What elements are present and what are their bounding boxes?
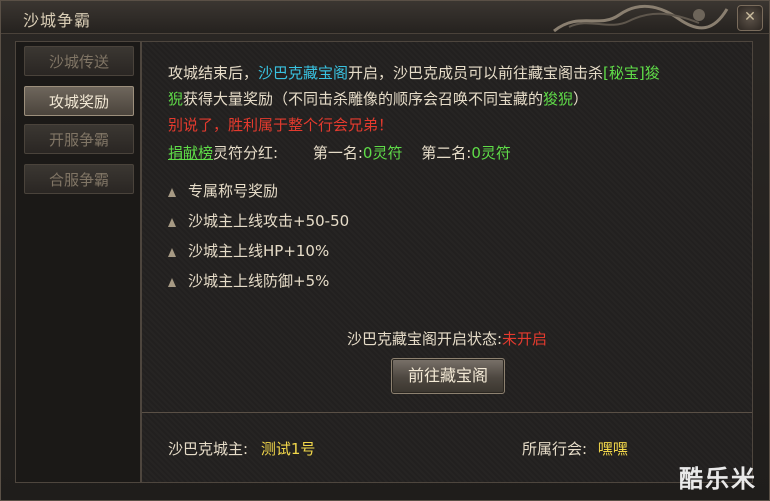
game-window: 沙城争霸 ✕ 沙城传送 攻城奖励 开服争霸 合服争霸 攻城结束后，沙巴克藏宝阁开… [0,0,770,501]
second-place-value: 0灵符 [471,144,511,162]
reward-text: 沙城主上线HP+10% [188,242,330,260]
sidebar-item-merged-server-contest[interactable]: 合服争霸 [24,164,134,194]
intro-text: 获得大量奖励（不同击杀雕像的顺序会召唤不同宝藏的 [183,90,544,108]
vault-status-label: 沙巴克藏宝阁开启状态: [346,330,503,348]
contrib-label: 灵符分红: [213,144,279,162]
close-button[interactable]: ✕ [737,5,763,31]
contrib-board-link[interactable]: 捐献榜 [168,144,213,162]
bullet-icon [168,278,176,287]
beast-link[interactable]: 狻猊 [543,90,573,108]
content-panel: 攻城结束后，沙巴克藏宝阁开启，沙巴克成员可以前往藏宝阁击杀[秘宝]狻 猊获得大量… [141,41,753,483]
vault-status-value: 未开启 [502,330,548,348]
castle-owner-value: 测试1号 [260,440,316,458]
close-icon: ✕ [744,9,756,25]
bullet-icon [168,218,176,227]
watermark-logo: 酷乐米 [679,465,757,493]
vault-status-row: 沙巴克藏宝阁开启状态:未开启 [142,328,752,349]
guild-row: 所属行会: 嘿嘿 [522,438,628,459]
first-place-label: 第一名: [312,144,363,162]
guild-label: 所属行会: [522,440,588,458]
sidebar-item-open-server-contest[interactable]: 开服争霸 [24,124,134,154]
secret-beast-link[interactable]: [秘宝]狻 [603,64,660,82]
divider [142,412,752,413]
title-bar: 沙城争霸 ✕ [1,1,769,34]
window-title: 沙城争霸 [23,11,92,30]
dragon-ornament-icon [553,4,729,33]
vault-link[interactable]: 沙巴克藏宝阁 [258,64,348,82]
bullet-icon [168,248,176,257]
sidebar: 沙城传送 攻城奖励 开服争霸 合服争霸 [15,41,141,483]
first-place-value: 0灵符 [362,144,403,162]
intro-text: ） [573,90,589,108]
second-place-label: 第二名: [421,144,472,162]
castle-owner-row: 沙巴克城主: 测试1号 [168,438,315,459]
sidebar-item-siege-reward[interactable]: 攻城奖励 [24,86,134,116]
secret-beast-link-cont[interactable]: 猊 [168,90,183,108]
reward-item: 专属称号奖励 [168,180,278,201]
contrib-row: 捐献榜灵符分红: 第一名:0灵符 第二名:0灵符 [168,142,511,163]
castle-owner-label: 沙巴克城主: [168,440,249,458]
guild-value: 嘿嘿 [597,440,628,458]
reward-item: 沙城主上线HP+10% [168,240,329,261]
intro-line-2: 猊获得大量奖励（不同击杀雕像的顺序会召唤不同宝藏的狻猊） [168,88,588,109]
intro-line-1: 攻城结束后，沙巴克藏宝阁开启，沙巴克成员可以前往藏宝阁击杀[秘宝]狻 [168,62,660,83]
intro-text: 攻城结束后， [168,64,259,82]
bullet-icon [168,188,176,197]
reward-item: 沙城主上线攻击+50-50 [168,210,349,231]
reward-text: 沙城主上线防御+5% [188,272,330,290]
slogan-text: 别说了，胜利属于整个行会兄弟！ [168,116,394,134]
reward-item: 沙城主上线防御+5% [168,270,329,291]
reward-text: 沙城主上线攻击+50-50 [188,212,350,230]
reward-text: 专属称号奖励 [188,182,279,200]
goto-vault-button[interactable]: 前往藏宝阁 [391,358,505,394]
intro-text: 开启，沙巴克成员可以前往藏宝阁击杀 [348,64,604,82]
sidebar-item-teleport[interactable]: 沙城传送 [24,46,134,76]
